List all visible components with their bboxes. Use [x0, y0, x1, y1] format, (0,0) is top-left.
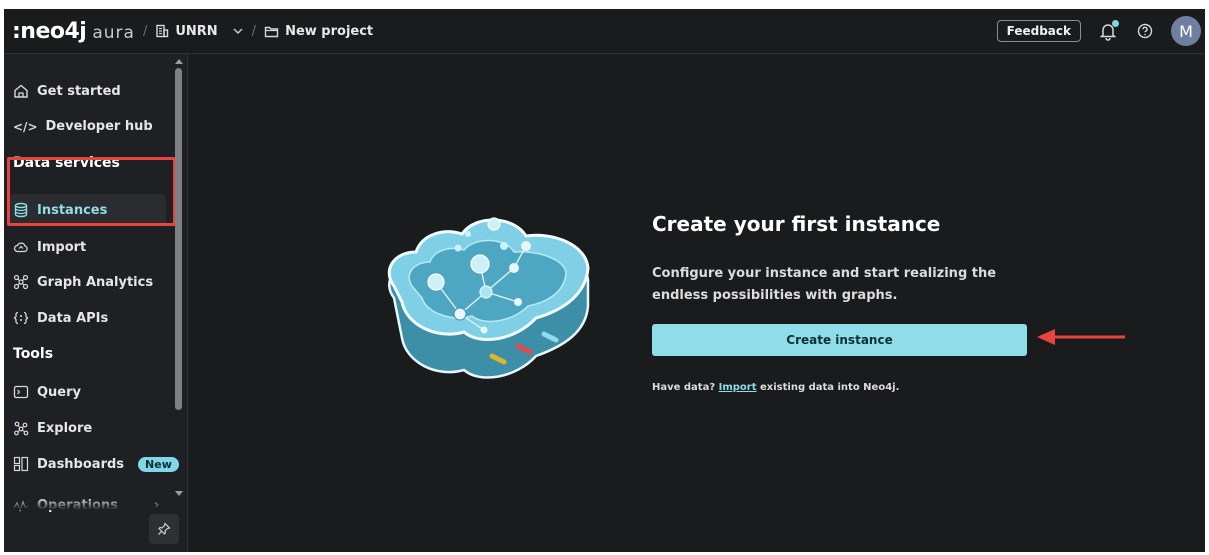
page-title: Create your first instance [652, 212, 941, 236]
cloud-pool-illustration [387, 217, 590, 379]
breadcrumb-separator: / [251, 23, 257, 39]
sidebar-item-label: Import [37, 239, 87, 255]
brand-aura: aura [92, 22, 135, 43]
annotation-arrow-icon [1037, 329, 1125, 345]
home-icon [14, 84, 28, 98]
explore-icon [14, 421, 29, 436]
sidebar-item-data-apis[interactable]: Data APIs [13, 310, 108, 326]
import-hint: Have data? Import existing data into Neo… [652, 382, 899, 393]
sidebar-item-graph-analytics[interactable]: Graph Analytics [13, 274, 153, 290]
sidebar-item-dashboards[interactable]: Dashboards New [13, 456, 179, 472]
building-icon [156, 24, 169, 38]
sidebar-item-label: Get started [37, 83, 121, 99]
org-name: UNRN [175, 23, 218, 39]
topbar-actions: Feedback M [996, 9, 1205, 53]
pin-sidebar-button[interactable] [149, 514, 179, 544]
import-prefix: Have data? [652, 382, 716, 393]
create-instance-button[interactable]: Create instance [652, 324, 1027, 356]
section-tools: Tools [13, 346, 54, 362]
dashboard-icon [13, 456, 29, 472]
feedback-button[interactable]: Feedback [996, 20, 1081, 42]
breadcrumb-separator: / [142, 23, 148, 39]
folder-icon [264, 26, 279, 37]
help-icon[interactable] [1137, 23, 1153, 39]
project-name: New project [285, 23, 374, 39]
code-icon: </> [13, 119, 38, 134]
neo4j-aura-logo[interactable]: :neo4j aura [12, 19, 135, 44]
scroll-up-arrow[interactable] [175, 59, 183, 64]
app-window: :neo4j aura / UNRN / New project Feedbac… [4, 9, 1205, 552]
main-content: Create your first instance Configure you… [188, 54, 1205, 552]
sidebar: Get started </> Developer hub Data servi… [4, 54, 188, 552]
sidebar-item-label: Explore [37, 420, 93, 436]
chevron-down-icon[interactable] [232, 25, 244, 37]
sidebar-item-label: Dashboards [37, 456, 125, 472]
top-bar: :neo4j aura / UNRN / New project Feedbac… [4, 9, 1205, 54]
terminal-icon [13, 385, 29, 399]
notification-dot [1112, 20, 1119, 27]
sidebar-item-query[interactable]: Query [13, 384, 81, 400]
sidebar-item-developer-hub[interactable]: </> Developer hub [13, 119, 153, 134]
pin-icon [158, 522, 171, 535]
import-link[interactable]: Import [719, 382, 757, 393]
sidebar-item-label: Graph Analytics [37, 274, 154, 290]
sidebar-fade [4, 498, 174, 510]
sidebar-scrollbar[interactable] [175, 68, 182, 410]
new-badge: New [138, 456, 179, 472]
graph-icon [13, 274, 29, 290]
page-description: Configure your instance and start realiz… [652, 266, 997, 303]
notifications-button[interactable] [1099, 20, 1119, 41]
sidebar-item-get-started[interactable]: Get started [13, 83, 121, 99]
scroll-down-arrow[interactable] [175, 491, 183, 496]
sidebar-item-label: Data APIs [37, 310, 109, 326]
cloud-upload-icon [13, 242, 28, 253]
sidebar-item-explore[interactable]: Explore [13, 420, 92, 436]
sidebar-item-import[interactable]: Import [13, 239, 86, 255]
sidebar-item-label: Developer hub [45, 119, 153, 134]
brand-neo4j: :neo4j [12, 18, 87, 44]
api-icon [13, 311, 29, 325]
annotation-highlight-box [7, 157, 176, 226]
import-suffix: existing data into Neo4j. [760, 382, 900, 393]
avatar[interactable]: M [1171, 16, 1201, 46]
breadcrumb-project[interactable]: New project [264, 24, 373, 39]
breadcrumb-org[interactable]: UNRN [155, 24, 243, 39]
sidebar-item-label: Query [37, 384, 82, 400]
